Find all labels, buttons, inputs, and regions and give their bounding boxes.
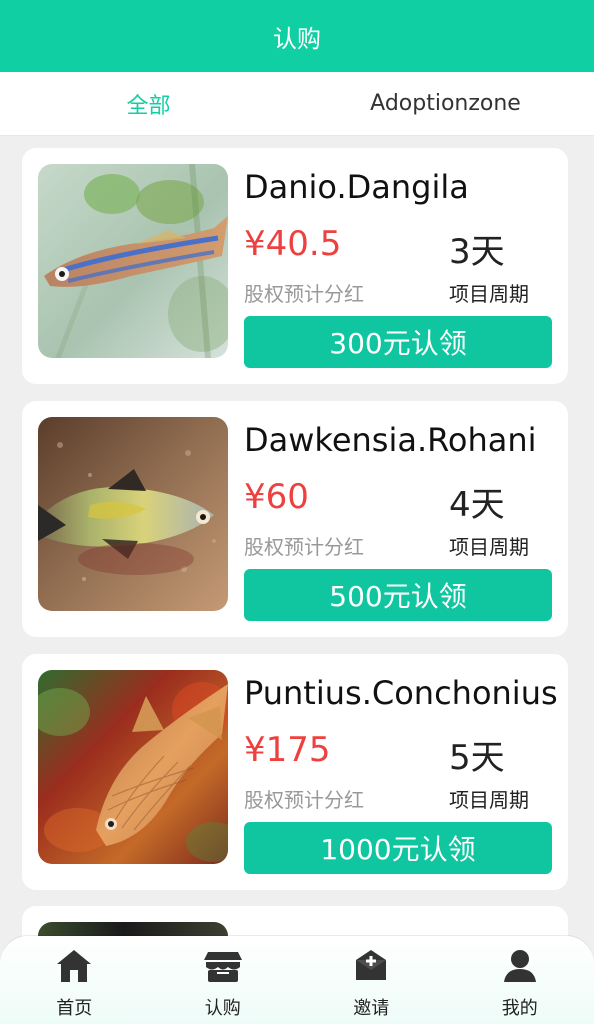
tab-adoptionzone[interactable]: Adoptionzone bbox=[297, 72, 594, 135]
product-price-label: 股权预计分红 bbox=[244, 535, 364, 559]
product-name: Dawkensia.Rohani bbox=[244, 421, 537, 459]
product-image-danio-dangila bbox=[38, 164, 228, 358]
product-card-puntius-conchonius: Puntius.Conchonius ¥175 股权预计分红 5天 项目周期 1… bbox=[22, 654, 568, 890]
product-price-label: 股权预计分红 bbox=[244, 788, 364, 812]
fish-image bbox=[38, 417, 228, 611]
claim-button[interactable]: 1000元认领 bbox=[244, 822, 552, 874]
top-bar: 认购 bbox=[0, 0, 594, 72]
fish-image bbox=[38, 670, 228, 864]
product-image-puntius-conchonius bbox=[38, 670, 228, 864]
tab-all[interactable]: 全部 bbox=[0, 72, 297, 135]
product-price: ¥175 bbox=[244, 730, 331, 770]
nav-item-invite[interactable]: 邀请 bbox=[311, 946, 431, 1020]
product-list: Danio.Dangila ¥40.5 股权预计分红 3天 项目周期 300元认… bbox=[22, 148, 568, 907]
user-icon bbox=[499, 946, 541, 986]
nav-label-home: 首页 bbox=[56, 998, 93, 1019]
nav-label-subscribe: 认购 bbox=[204, 998, 241, 1019]
product-period-label: 项目周期 bbox=[449, 535, 529, 559]
product-name: Danio.Dangila bbox=[244, 168, 469, 206]
category-tabs: 全部 Adoptionzone bbox=[0, 72, 594, 136]
product-price: ¥60 bbox=[244, 477, 309, 517]
product-period-label: 项目周期 bbox=[449, 282, 529, 306]
claim-button[interactable]: 500元认领 bbox=[244, 569, 552, 621]
fish-image bbox=[38, 164, 228, 358]
nav-item-home[interactable]: 首页 bbox=[14, 946, 134, 1020]
product-card-dawkensia-rohani: Dawkensia.Rohani ¥60 股权预计分红 4天 项目周期 500元… bbox=[22, 401, 568, 637]
product-period: 5天 bbox=[449, 738, 505, 778]
nav-label-profile: 我的 bbox=[501, 998, 538, 1019]
page-title: 认购 bbox=[273, 24, 321, 53]
product-card-danio-dangila: Danio.Dangila ¥40.5 股权预计分红 3天 项目周期 300元认… bbox=[22, 148, 568, 384]
product-period: 4天 bbox=[449, 485, 505, 525]
app-screen: 认购 全部 Adoptionzone Danio.Dangila ¥40.5 股… bbox=[0, 0, 594, 1024]
product-price-label: 股权预计分红 bbox=[244, 282, 364, 306]
store-icon bbox=[202, 946, 244, 986]
product-image-dawkensia-rohani bbox=[38, 417, 228, 611]
product-price: ¥40.5 bbox=[244, 224, 342, 264]
nav-label-invite: 邀请 bbox=[353, 998, 390, 1019]
nav-item-profile[interactable]: 我的 bbox=[460, 946, 580, 1020]
home-icon bbox=[53, 946, 95, 986]
product-period: 3天 bbox=[449, 232, 505, 272]
product-name: Puntius.Conchonius bbox=[244, 674, 558, 712]
claim-button[interactable]: 300元认领 bbox=[244, 316, 552, 368]
invite-icon bbox=[350, 946, 392, 986]
product-period-label: 项目周期 bbox=[449, 788, 529, 812]
bottom-navigation: 首页 认购 邀请 我的 bbox=[0, 936, 594, 1024]
nav-item-subscribe[interactable]: 认购 bbox=[163, 946, 283, 1020]
